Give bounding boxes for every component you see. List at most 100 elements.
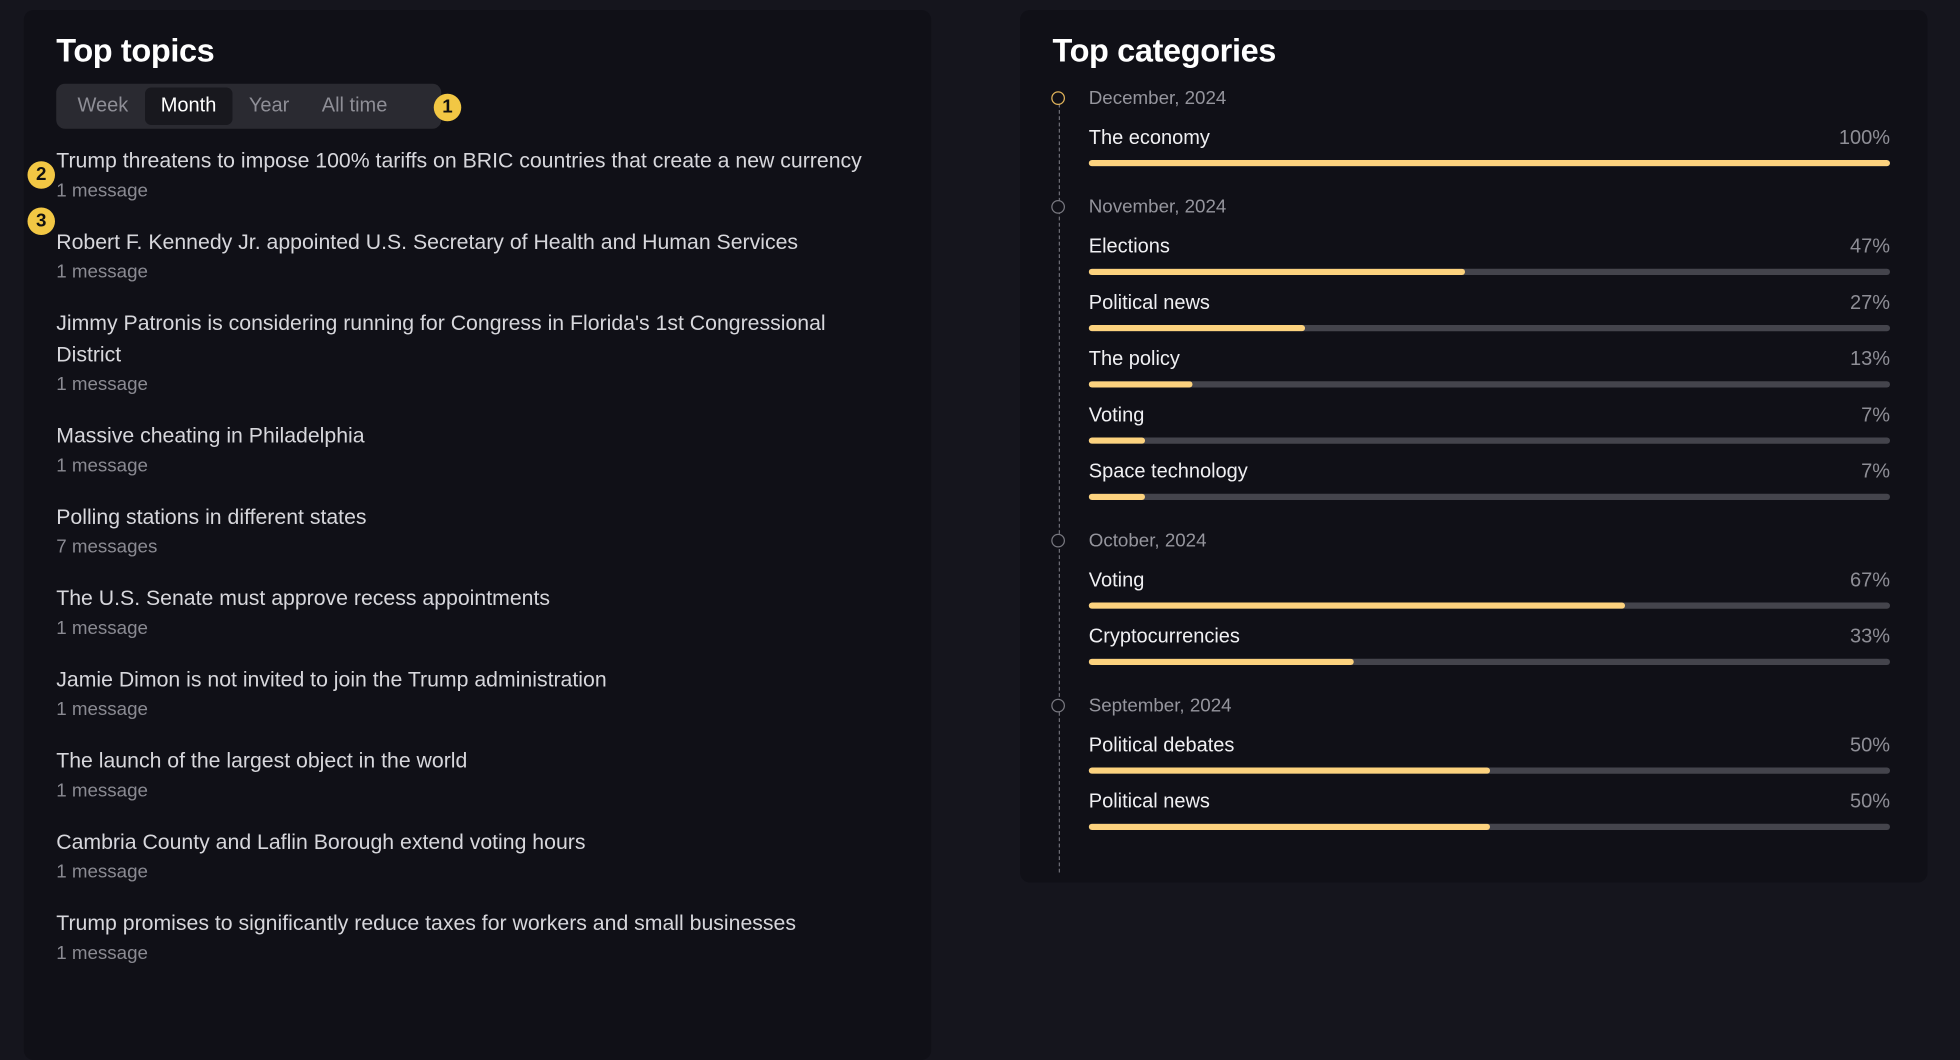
topic-message-count: 1 message xyxy=(56,942,148,964)
category-row: Political news 27% xyxy=(1088,291,1890,347)
progress-bar xyxy=(1088,602,1890,609)
topic-title: Trump promises to significantly reduce t… xyxy=(56,911,796,935)
category-name: Cryptocurrencies xyxy=(1088,626,1240,648)
month-label: October, 2024 xyxy=(1088,530,1207,552)
topic-message-count: 1 message xyxy=(56,617,148,639)
topic-title: Robert F. Kennedy Jr. appointed U.S. Sec… xyxy=(56,230,799,254)
category-name: Political news xyxy=(1088,292,1210,314)
topic-item[interactable]: Jamie Dimon is not invited to join the T… xyxy=(56,664,894,725)
timeline-dot xyxy=(1051,533,1065,548)
progress-bar xyxy=(1088,437,1890,444)
topic-item[interactable]: Trump threatens to impose 100% tariffs o… xyxy=(56,145,894,206)
tab-week[interactable]: Week xyxy=(61,88,144,126)
progress-fill xyxy=(1088,325,1306,332)
category-name: Elections xyxy=(1088,236,1170,258)
topic-title: Jamie Dimon is not invited to join the T… xyxy=(56,667,607,692)
category-percent: 13% xyxy=(1849,348,1890,370)
category-row: Voting 67% xyxy=(1088,569,1890,625)
progress-fill xyxy=(1088,767,1490,774)
progress-bar xyxy=(1088,325,1890,332)
progress-fill xyxy=(1088,493,1145,500)
category-percent: 7% xyxy=(1861,405,1890,427)
topic-item[interactable]: Trump promises to significantly reduce t… xyxy=(56,908,894,969)
category-row: Space technology 7% xyxy=(1088,460,1890,516)
topic-item[interactable]: Massive cheating in Philadelphia 1 messag… xyxy=(56,420,894,481)
topic-item[interactable]: The U.S. Senate must approve recess appo… xyxy=(56,583,894,644)
topic-message-count: 1 message xyxy=(56,261,148,283)
category-row: Elections 47% xyxy=(1088,235,1890,291)
progress-bar xyxy=(1088,658,1890,665)
topic-title: The U.S. Senate must approve recess appo… xyxy=(56,586,550,610)
top-categories-panel: Top categories December, 2024 The economy… xyxy=(1020,10,1928,883)
topic-title: Polling stations in different states xyxy=(56,505,367,529)
month-label: September, 2024 xyxy=(1088,695,1232,717)
topic-item[interactable]: The launch of the largest object in the … xyxy=(56,745,894,806)
category-name: Space technology xyxy=(1088,461,1248,483)
progress-fill xyxy=(1088,437,1145,444)
progress-bar xyxy=(1088,767,1890,774)
category-name: Political news xyxy=(1088,791,1210,813)
topic-item[interactable]: Cambria County and Laflin Borough extend… xyxy=(56,826,894,887)
timeline-line xyxy=(1058,97,1060,873)
month-group: December, 2024 The economy 100% xyxy=(1051,86,1890,182)
tab-month[interactable]: Month xyxy=(144,87,233,125)
category-name: Voting xyxy=(1088,405,1145,427)
category-row: The policy 13% xyxy=(1088,348,1890,404)
category-name: Political debates xyxy=(1088,735,1235,757)
month-group: September, 2024 Political debates 50% Polit… xyxy=(1051,694,1890,847)
timeline-dot xyxy=(1051,200,1065,214)
progress-bar xyxy=(1088,381,1890,388)
category-name: Voting xyxy=(1088,570,1145,592)
topic-title: Jimmy Patronis is considering running fo… xyxy=(56,311,826,367)
top-topics-title: Top topics xyxy=(56,31,215,69)
tab-year[interactable]: Year xyxy=(233,88,306,126)
category-percent: 7% xyxy=(1861,461,1890,483)
category-row: Voting 7% xyxy=(1088,404,1890,460)
topic-message-count: 1 message xyxy=(56,780,148,802)
timeline-dot xyxy=(1051,698,1065,713)
category-percent: 100% xyxy=(1838,127,1890,149)
progress-fill xyxy=(1088,658,1354,665)
month-group: November, 2024 Elections 47% Political news… xyxy=(1051,195,1890,516)
topic-title: The launch of the largest object in the … xyxy=(56,748,468,773)
topic-title: Massive cheating in Philadelphia xyxy=(56,423,365,448)
category-row: Cryptocurrencies 33% xyxy=(1088,625,1890,681)
progress-bar xyxy=(1088,268,1890,275)
category-percent: 50% xyxy=(1849,735,1890,757)
progress-fill xyxy=(1088,268,1466,275)
tab-all-time[interactable]: All time xyxy=(306,88,404,126)
category-percent: 50% xyxy=(1849,791,1890,813)
category-percent: 33% xyxy=(1849,626,1890,648)
topic-title: Cambria County and Laflin Borough extend… xyxy=(56,830,586,854)
category-percent: 27% xyxy=(1849,292,1890,314)
category-percent: 67% xyxy=(1849,570,1890,592)
annotation-badge-1: 1 xyxy=(433,93,462,122)
progress-bar xyxy=(1088,493,1890,500)
months-list: December, 2024 The economy 100% November, 2… xyxy=(1051,86,1890,859)
category-name: The economy xyxy=(1088,127,1210,149)
topic-item[interactable]: Jimmy Patronis is considering running fo… xyxy=(56,308,894,401)
progress-fill xyxy=(1088,381,1193,388)
category-row: Political debates 50% xyxy=(1088,734,1890,790)
category-percent: 47% xyxy=(1849,236,1890,258)
topic-message-count: 1 message xyxy=(56,180,148,202)
topic-message-count: 1 message xyxy=(56,861,148,883)
timeline-dot xyxy=(1051,91,1065,105)
topic-title: Trump threatens to impose 100% tariffs o… xyxy=(56,148,862,173)
progress-bar xyxy=(1088,823,1890,830)
progress-fill xyxy=(1088,602,1626,609)
month-group: October, 2024 Voting 67% Cryptocurrencies 33… xyxy=(1051,529,1890,682)
topic-item[interactable]: Robert F. Kennedy Jr. appointed U.S. Sec… xyxy=(56,226,894,287)
top-topics-panel: Top topics Week Month Year All time Trump t… xyxy=(23,10,932,1060)
topic-message-count: 1 message xyxy=(56,698,148,720)
category-name: The policy xyxy=(1088,348,1180,370)
annotation-badge-2: 2 xyxy=(27,161,55,189)
period-tabs: Week Month Year All time xyxy=(56,83,442,129)
progress-fill xyxy=(1088,160,1890,167)
annotation-badge-3: 3 xyxy=(27,207,55,235)
topic-item[interactable]: Polling stations in different states 7 me… xyxy=(56,501,894,562)
progress-bar xyxy=(1088,160,1890,167)
topic-message-count: 1 message xyxy=(56,373,148,395)
category-row: Political news 50% xyxy=(1088,790,1890,846)
topic-message-count: 7 messages xyxy=(56,536,158,558)
